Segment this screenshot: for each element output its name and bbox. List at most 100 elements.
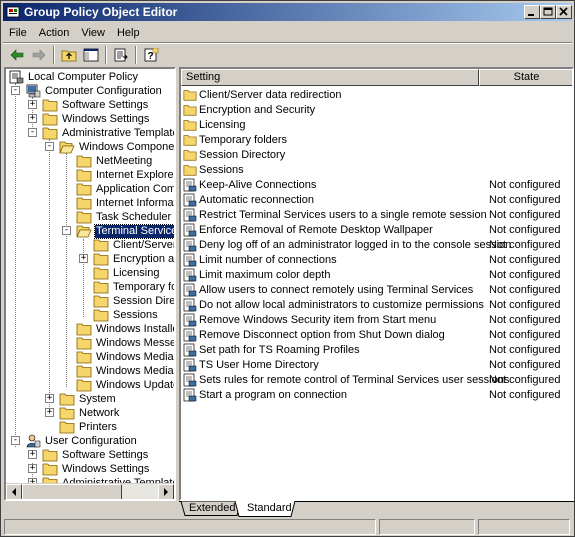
tree-node-task-scheduler[interactable]: Task Scheduler [76, 210, 172, 224]
list-item-folder[interactable]: Licensing [183, 117, 245, 132]
tree-node-application-compatibility[interactable]: Application Compati [76, 182, 174, 196]
tree-node-network[interactable]: Network [59, 406, 120, 420]
collapse-toggle[interactable]: - [11, 86, 20, 95]
list-item-setting[interactable]: Allow users to connect remotely using Te… [183, 282, 572, 297]
list-item-folder[interactable]: Session Directory [183, 147, 285, 162]
list-item-setting[interactable]: Limit maximum color depth Not configured [183, 267, 572, 282]
tree-node-uc-software-settings[interactable]: Software Settings [42, 448, 149, 462]
tree-node-windows-update[interactable]: Windows Update [76, 378, 174, 392]
tree-label: Local Computer Policy [28, 70, 139, 83]
tree-node-ts-session-directory[interactable]: Session Director [93, 294, 174, 308]
scroll-left-button[interactable] [6, 484, 22, 499]
tree-node-computer-configuration[interactable]: Computer Configuration [25, 84, 163, 98]
setting-state: Not configured [489, 388, 561, 401]
tree-label: Sessions [113, 308, 158, 321]
tree-node-ts-encryption[interactable]: Encryption and [93, 252, 174, 266]
tab-extended[interactable]: Extended [183, 501, 241, 516]
expand-toggle[interactable]: + [45, 394, 54, 403]
tree-node-windows-media-digital[interactable]: Windows Media Digi [76, 350, 174, 364]
main-window: Group Policy Object Editor File Action V… [0, 0, 575, 537]
expand-toggle[interactable]: + [79, 254, 88, 263]
menu-help[interactable]: Help [111, 27, 146, 39]
scroll-right-button[interactable] [158, 484, 174, 499]
column-header-state[interactable]: State [479, 69, 572, 86]
column-header-setting[interactable]: Setting [181, 69, 479, 86]
scroll-thumb[interactable] [22, 484, 122, 499]
expand-toggle[interactable]: + [45, 408, 54, 417]
tree-label: Software Settings [62, 448, 149, 461]
folder-icon [42, 449, 58, 462]
back-button[interactable] [6, 45, 28, 65]
tree-node-ts-temporary-folders[interactable]: Temporary folde [93, 280, 174, 294]
expand-toggle[interactable]: + [28, 464, 37, 473]
tree-node-ts-licensing[interactable]: Licensing [93, 266, 160, 280]
horizontal-scrollbar[interactable] [6, 483, 174, 499]
maximize-button[interactable] [540, 5, 556, 19]
export-list-button[interactable] [110, 45, 132, 65]
list-item-setting[interactable]: Keep-Alive Connections Not configured [183, 177, 572, 192]
expand-toggle[interactable]: + [28, 450, 37, 459]
title-bar[interactable]: Group Policy Object Editor [3, 3, 572, 21]
tree-node-cc-software-settings[interactable]: Software Settings [42, 98, 149, 112]
list-item-setting[interactable]: Automatic reconnection Not configured [183, 192, 572, 207]
setting-name: Automatic reconnection [199, 193, 314, 206]
setting-state: Not configured [489, 268, 561, 281]
list-item-setting[interactable]: Remove Windows Security item from Start … [183, 312, 572, 327]
minimize-button[interactable] [524, 5, 540, 19]
tree-node-terminal-services[interactable]: Terminal Services [76, 223, 174, 239]
tree-node-ts-sessions[interactable]: Sessions [93, 308, 159, 322]
list-item-setting[interactable]: Enforce Removal of Remote Desktop Wallpa… [183, 222, 572, 237]
tree-node-windows-installer[interactable]: Windows Installer [76, 322, 174, 336]
tree-node-ts-client-server[interactable]: Client/Server da [93, 238, 174, 252]
expand-toggle[interactable]: + [28, 100, 37, 109]
list-item-setting[interactable]: Sets rules for remote control of Termina… [183, 372, 572, 387]
list-item-setting[interactable]: Do not allow local administrators to cus… [183, 297, 572, 312]
list-item-folder[interactable]: Client/Server data redirection [183, 87, 341, 102]
list-item-folder[interactable]: Temporary folders [183, 132, 287, 147]
collapse-toggle[interactable]: - [28, 128, 37, 137]
list-item-setting[interactable]: Restrict Terminal Services users to a si… [183, 207, 572, 222]
list-item-setting[interactable]: Start a program on connection Not config… [183, 387, 572, 402]
close-button[interactable] [556, 5, 572, 19]
menu-action[interactable]: Action [33, 27, 76, 39]
folder-icon [93, 309, 109, 322]
tree-node-windows-components[interactable]: Windows Components [59, 140, 174, 154]
menu-file[interactable]: File [3, 27, 33, 39]
forward-button[interactable] [28, 45, 50, 65]
console-tree-pane[interactable]: Local Computer Policy - Computer Configu… [4, 67, 176, 501]
collapse-toggle[interactable]: - [62, 226, 71, 235]
tree-node-internet-explorer[interactable]: Internet Explorer [76, 168, 174, 182]
tree-node-cc-administrative-templates[interactable]: Administrative Templates [42, 126, 174, 140]
up-one-level-button[interactable] [58, 45, 80, 65]
show-hide-tree-button[interactable] [80, 45, 102, 65]
list-item-setting[interactable]: Limit number of connections Not configur… [183, 252, 572, 267]
list-item-folder[interactable]: Encryption and Security [183, 102, 315, 117]
list-item-setting[interactable]: Deny log off of an administrator logged … [183, 237, 572, 252]
tree-node-system[interactable]: System [59, 392, 117, 406]
toolbar-separator [135, 46, 137, 64]
status-pane-3 [478, 519, 570, 535]
tree-node-local-computer-policy[interactable]: Local Computer Policy [8, 70, 139, 84]
help-button[interactable]: ? [140, 45, 162, 65]
tree-node-windows-messenger[interactable]: Windows Messenge [76, 336, 174, 350]
tree-node-cc-windows-settings[interactable]: Windows Settings [42, 112, 150, 126]
tab-standard[interactable]: Standard [241, 501, 298, 516]
collapse-toggle[interactable]: - [11, 436, 20, 445]
list-item-setting[interactable]: Set path for TS Roaming Profiles Not con… [183, 342, 572, 357]
tree-node-netmeeting[interactable]: NetMeeting [76, 154, 153, 168]
tree-label: Licensing [113, 266, 160, 279]
expand-toggle[interactable]: + [28, 114, 37, 123]
list-item-setting[interactable]: TS User Home Directory Not configured [183, 357, 572, 372]
menu-bar: File Action View Help [3, 23, 572, 42]
console-tree[interactable]: Local Computer Policy - Computer Configu… [6, 69, 174, 499]
list-item-folder[interactable]: Sessions [183, 162, 244, 177]
tree-node-windows-media-player[interactable]: Windows Media Play [76, 364, 174, 378]
list-item-setting[interactable]: Remove Disconnect option from Shut Down … [183, 327, 572, 342]
tree-node-internet-information[interactable]: Internet Informatio [76, 196, 174, 210]
menu-view[interactable]: View [75, 27, 111, 39]
collapse-toggle[interactable]: - [45, 142, 54, 151]
details-pane[interactable]: Setting State Client/Server data redirec… [179, 67, 574, 501]
tree-node-uc-windows-settings[interactable]: Windows Settings [42, 462, 150, 476]
tree-node-user-configuration[interactable]: User Configuration [25, 434, 138, 448]
tree-node-printers[interactable]: Printers [59, 420, 118, 434]
